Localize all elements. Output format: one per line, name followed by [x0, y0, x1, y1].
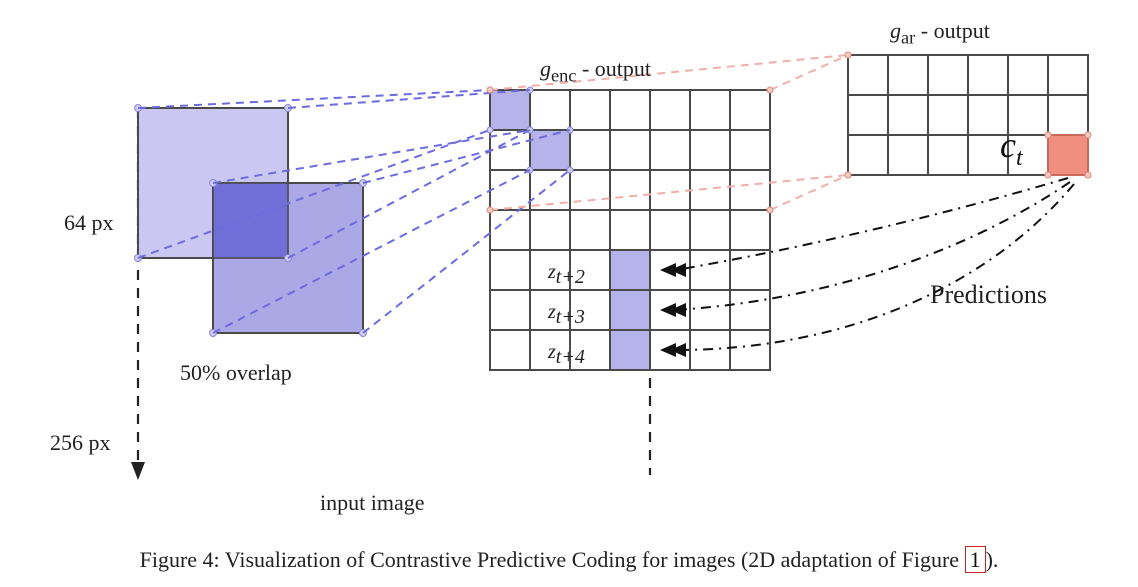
enc-cell-zt4	[610, 330, 650, 370]
z-labels: zt+2 zt+3 zt+4	[547, 261, 585, 368]
patch-overlap	[213, 183, 288, 258]
figure-caption: Figure 4: Visualization of Contrastive P…	[0, 547, 1138, 573]
label-predictions: Predictions	[930, 280, 1047, 310]
label-g-ar: gar - output	[890, 18, 990, 48]
input-axis-arrowhead	[131, 462, 145, 480]
ar-grid: ct	[848, 55, 1091, 178]
label-input-image: input image	[320, 490, 424, 516]
ar-cell-ct	[1048, 135, 1088, 175]
encoder-grid	[487, 87, 770, 475]
label-64px: 64 px	[64, 210, 114, 236]
input-patches	[131, 105, 367, 481]
figure-cpc-2d: zt+2 zt+3 zt+4 ct	[0, 0, 1138, 587]
enc-cell-r0c0	[490, 90, 530, 130]
label-overlap: 50% overlap	[180, 360, 292, 386]
enc-cell-zt2	[610, 250, 650, 290]
figure-ref-link[interactable]: 1	[965, 546, 986, 573]
enc-cell-r1c1	[530, 130, 570, 170]
label-g-enc: genc - output	[540, 56, 651, 86]
enc-cell-zt3	[610, 290, 650, 330]
label-256px: 256 px	[50, 430, 111, 456]
